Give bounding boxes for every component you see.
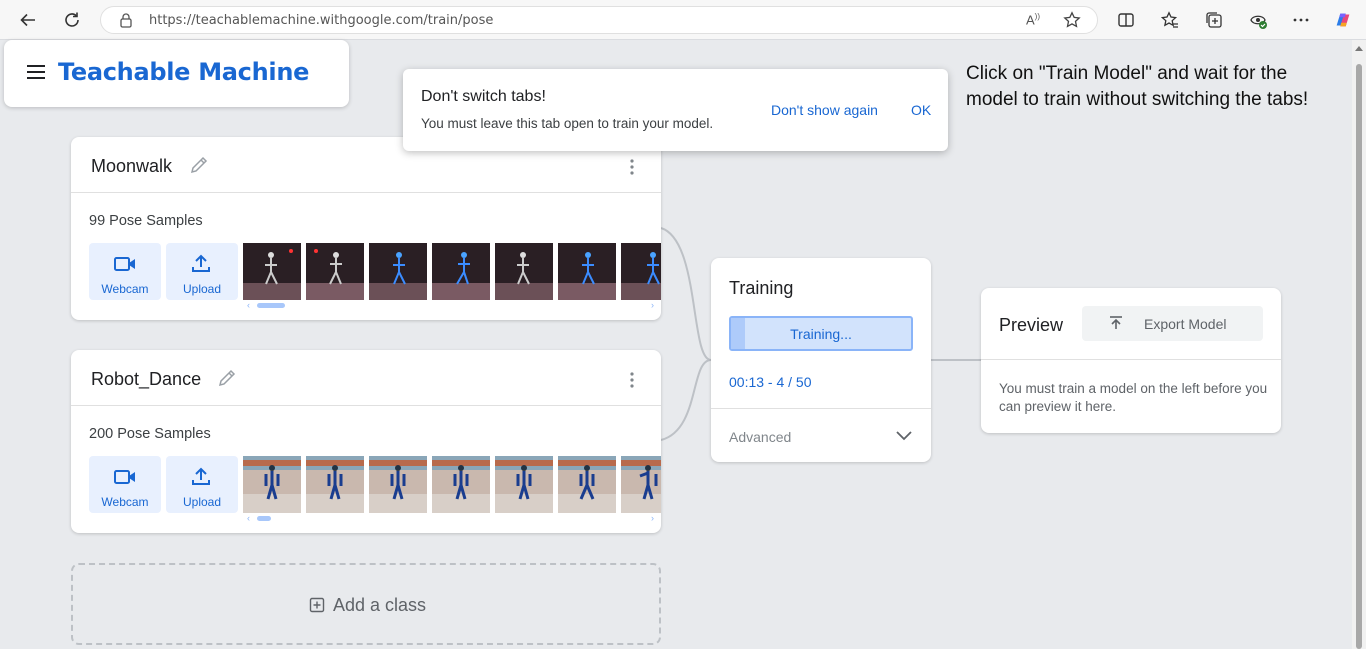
scroll-up-icon[interactable] xyxy=(1355,46,1363,51)
training-card: Training Training... 00:13 - 4 / 50 Adva… xyxy=(711,258,931,462)
back-icon[interactable] xyxy=(16,8,40,32)
webcam-button[interactable]: Webcam xyxy=(89,456,161,513)
sample-thumbnail[interactable] xyxy=(558,456,616,513)
class-card-moonwalk: Moonwalk 99 Pose Samples Webcam Upload ‹… xyxy=(71,137,661,320)
sample-thumbnail[interactable] xyxy=(369,243,427,300)
add-class-label: Add a class xyxy=(333,595,427,615)
pencil-icon[interactable] xyxy=(217,368,237,393)
instruction-text: Click on "Train Model" and wait for the … xyxy=(966,63,1309,110)
sample-thumbnail[interactable] xyxy=(243,243,301,300)
divider xyxy=(711,408,931,409)
read-aloud-icon[interactable]: A)) xyxy=(1026,12,1040,27)
export-upload-icon xyxy=(1108,315,1124,336)
preview-card: Preview Export Model You must train a mo… xyxy=(981,288,1281,433)
sample-thumbnail[interactable] xyxy=(243,456,301,513)
sample-count: 200 Pose Samples xyxy=(89,426,211,442)
kebab-menu-icon[interactable] xyxy=(629,158,635,181)
scrollbar-thumb[interactable] xyxy=(1356,64,1362,649)
favorites-icon[interactable] xyxy=(1160,10,1180,30)
toast-body: You must leave this tab open to train yo… xyxy=(421,116,714,131)
sample-thumbnail[interactable] xyxy=(306,456,364,513)
upload-label: Upload xyxy=(182,495,222,509)
extensions-icon[interactable] xyxy=(1248,10,1268,30)
class-card-header: Robot_Dance xyxy=(71,350,661,406)
dont-show-again-button[interactable]: Don't show again xyxy=(771,102,878,118)
export-model-button[interactable]: Export Model xyxy=(1082,306,1263,341)
sample-thumbnail[interactable] xyxy=(369,456,427,513)
sample-thumbnail[interactable] xyxy=(495,243,553,300)
train-model-button[interactable]: Training... xyxy=(729,316,913,351)
divider xyxy=(981,359,1281,360)
sample-thumbnail[interactable] xyxy=(621,243,661,300)
add-class-button[interactable]: Add a class xyxy=(71,563,661,645)
scroll-left-icon[interactable]: ‹ xyxy=(247,300,250,310)
favorite-star-icon[interactable] xyxy=(1063,11,1081,34)
sample-thumbnails xyxy=(243,456,661,513)
kebab-menu-icon[interactable] xyxy=(629,371,635,394)
thumbnail-scroll-indicator[interactable] xyxy=(257,516,271,521)
webcam-button[interactable]: Webcam xyxy=(89,243,161,300)
app-title[interactable]: Teachable Machine xyxy=(58,58,309,86)
class-name[interactable]: Moonwalk xyxy=(91,156,172,177)
preview-title: Preview xyxy=(999,315,1064,335)
copilot-icon[interactable] xyxy=(1333,10,1353,30)
menu-icon[interactable] xyxy=(26,64,46,85)
address-bar[interactable]: https://teachablemachine.withgoogle.com/… xyxy=(100,6,1098,34)
upload-button[interactable]: Upload xyxy=(166,243,238,300)
webcam-icon xyxy=(113,254,137,279)
sample-count: 99 Pose Samples xyxy=(89,213,203,229)
upload-label: Upload xyxy=(182,282,222,296)
webcam-icon xyxy=(113,467,137,492)
lock-icon[interactable] xyxy=(119,13,133,33)
scroll-right-icon[interactable]: › xyxy=(651,300,654,310)
sample-thumbnail[interactable] xyxy=(432,243,490,300)
browser-toolbar: https://teachablemachine.withgoogle.com/… xyxy=(0,0,1366,40)
sample-thumbnail[interactable] xyxy=(495,456,553,513)
advanced-toggle[interactable]: Advanced xyxy=(729,429,791,445)
add-box-icon xyxy=(309,597,325,618)
thumbnail-scroll-indicator[interactable] xyxy=(257,303,285,308)
class-name[interactable]: Robot_Dance xyxy=(91,369,201,390)
read-aloud-label: A xyxy=(1026,12,1035,28)
app-header-card: Teachable Machine xyxy=(4,40,349,107)
export-model-label: Export Model xyxy=(1144,316,1227,332)
scroll-left-icon[interactable]: ‹ xyxy=(247,513,250,523)
dont-switch-tabs-toast: Don't switch tabs! You must leave this t… xyxy=(403,69,948,151)
more-icon[interactable] xyxy=(1291,10,1311,30)
toast-title: Don't switch tabs! xyxy=(421,88,546,105)
url-text[interactable]: https://teachablemachine.withgoogle.com/… xyxy=(149,13,493,28)
refresh-icon[interactable] xyxy=(60,8,84,32)
training-title: Training xyxy=(729,278,794,298)
upload-button[interactable]: Upload xyxy=(166,456,238,513)
sample-thumbnails xyxy=(243,243,661,300)
scroll-right-icon[interactable]: › xyxy=(651,513,654,523)
pencil-icon[interactable] xyxy=(189,155,209,180)
page-scrollbar[interactable] xyxy=(1352,40,1366,649)
training-progress-text: 00:13 - 4 / 50 xyxy=(729,374,812,390)
webcam-label: Webcam xyxy=(101,495,149,509)
sample-thumbnail[interactable] xyxy=(558,243,616,300)
preview-message: You must train a model on the left befor… xyxy=(999,381,1268,414)
ok-button[interactable]: OK xyxy=(911,102,931,118)
upload-icon xyxy=(190,254,212,279)
training-button-label: Training... xyxy=(790,326,852,342)
class-card-robot-dance: Robot_Dance 200 Pose Samples Webcam Uplo… xyxy=(71,350,661,533)
upload-icon xyxy=(190,467,212,492)
webcam-label: Webcam xyxy=(101,282,149,296)
sample-thumbnail[interactable] xyxy=(432,456,490,513)
sample-thumbnail[interactable] xyxy=(306,243,364,300)
split-screen-icon[interactable] xyxy=(1116,10,1136,30)
collections-icon[interactable] xyxy=(1204,10,1224,30)
sample-thumbnail[interactable] xyxy=(621,456,661,513)
chevron-down-icon[interactable] xyxy=(895,428,913,446)
